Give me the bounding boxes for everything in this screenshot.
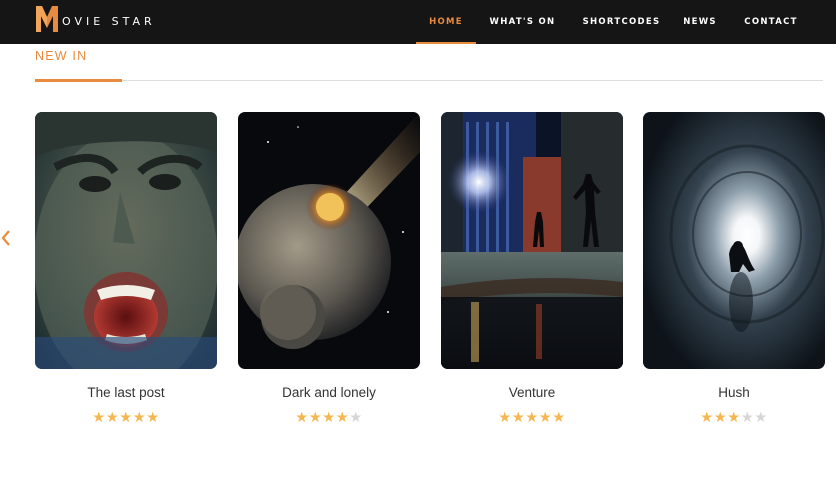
logo-text: OVIE STAR	[62, 14, 156, 28]
star-empty-icon: ★	[754, 410, 768, 426]
star-rating: ★★★★★	[643, 410, 825, 426]
star-empty-icon: ★	[740, 410, 755, 426]
star-rating: ★★★★★	[238, 410, 420, 426]
movie-card[interactable]: Venture ★★★★★	[441, 112, 623, 426]
star-filled-icon: ★	[132, 410, 147, 426]
star-filled-icon: ★	[308, 410, 323, 426]
movie-poster-image[interactable]	[35, 112, 217, 369]
star-filled-icon: ★	[538, 410, 553, 426]
star-filled-icon: ★	[727, 410, 741, 426]
movie-card[interactable]: Dark and lonely ★★★★★	[238, 112, 420, 426]
nav-item-home[interactable]: HOME	[416, 0, 476, 44]
main-nav: HOME WHAT'S ON SHORTCODES NEWS CONTACT	[416, 0, 816, 44]
nav-item-contact[interactable]: CONTACT	[726, 0, 816, 44]
star-filled-icon: ★	[335, 410, 350, 426]
logo-m-icon	[36, 6, 58, 32]
section-divider	[35, 80, 823, 81]
movie-card[interactable]: The last post ★★★★★	[35, 112, 217, 426]
nav-item-news[interactable]: NEWS	[674, 0, 726, 44]
movie-poster-image[interactable]	[643, 112, 825, 369]
star-filled-icon: ★	[700, 410, 714, 426]
section-title-underline	[35, 79, 122, 82]
site-logo[interactable]: OVIE STAR	[34, 4, 156, 34]
movie-poster-image[interactable]	[441, 112, 623, 369]
star-filled-icon: ★	[552, 410, 566, 426]
movie-title[interactable]: The last post	[35, 385, 217, 400]
star-filled-icon: ★	[105, 410, 120, 426]
slider-prev-button[interactable]	[0, 228, 12, 248]
star-rating: ★★★★★	[441, 410, 623, 426]
star-filled-icon: ★	[295, 410, 309, 426]
movie-title[interactable]: Dark and lonely	[238, 385, 420, 400]
star-filled-icon: ★	[511, 410, 526, 426]
star-empty-icon: ★	[349, 410, 363, 426]
star-filled-icon: ★	[146, 410, 160, 426]
star-rating: ★★★★★	[35, 410, 217, 426]
star-filled-icon: ★	[498, 410, 512, 426]
star-filled-icon: ★	[322, 410, 336, 426]
chevron-left-icon	[1, 230, 10, 246]
star-filled-icon: ★	[525, 410, 539, 426]
section-title: NEW IN	[35, 49, 88, 63]
nav-item-shortcodes[interactable]: SHORTCODES	[569, 0, 674, 44]
movie-title[interactable]: Venture	[441, 385, 623, 400]
star-filled-icon: ★	[119, 410, 133, 426]
nav-item-whats-on[interactable]: WHAT'S ON	[476, 0, 569, 44]
star-filled-icon: ★	[713, 410, 728, 426]
movie-title[interactable]: Hush	[643, 385, 825, 400]
movie-card[interactable]: Hush ★★★★★	[643, 112, 825, 426]
movie-poster-image[interactable]	[238, 112, 420, 369]
star-filled-icon: ★	[92, 410, 106, 426]
top-navigation-bar: OVIE STAR HOME WHAT'S ON SHORTCODES NEWS…	[0, 0, 836, 44]
